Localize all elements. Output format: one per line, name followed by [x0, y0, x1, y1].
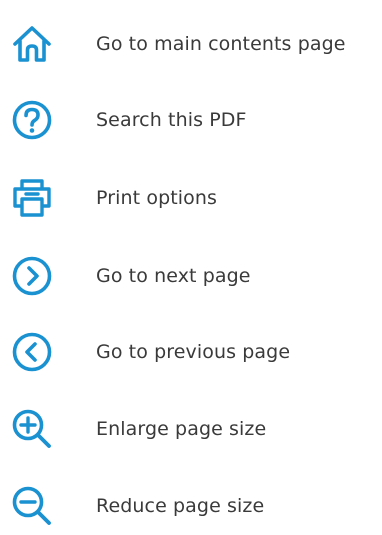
home-icon[interactable]	[6, 16, 58, 72]
legend-item-reduce[interactable]: Reduce page size	[0, 478, 382, 534]
zoom-out-icon[interactable]	[6, 478, 58, 534]
navigation-legend: Go to main contents page Search this PDF…	[0, 0, 382, 535]
legend-label-enlarge: Enlarge page size	[96, 418, 267, 440]
help-icon[interactable]	[6, 92, 58, 148]
legend-item-home[interactable]: Go to main contents page	[0, 16, 382, 72]
legend-item-print[interactable]: Print options	[0, 170, 382, 226]
legend-item-previous[interactable]: Go to previous page	[0, 324, 382, 380]
legend-item-enlarge[interactable]: Enlarge page size	[0, 401, 382, 457]
printer-icon[interactable]	[6, 170, 58, 226]
legend-label-reduce: Reduce page size	[96, 495, 265, 517]
legend-item-next[interactable]: Go to next page	[0, 248, 382, 304]
legend-label-print: Print options	[96, 187, 218, 209]
zoom-in-icon[interactable]	[6, 401, 58, 457]
legend-label-search: Search this PDF	[96, 109, 247, 131]
chevron-left-circle-icon[interactable]	[6, 324, 58, 380]
legend-label-previous: Go to previous page	[96, 341, 291, 363]
legend-label-home: Go to main contents page	[96, 33, 346, 55]
legend-label-next: Go to next page	[96, 265, 251, 287]
legend-item-search[interactable]: Search this PDF	[0, 92, 382, 148]
chevron-right-circle-icon[interactable]	[6, 248, 58, 304]
